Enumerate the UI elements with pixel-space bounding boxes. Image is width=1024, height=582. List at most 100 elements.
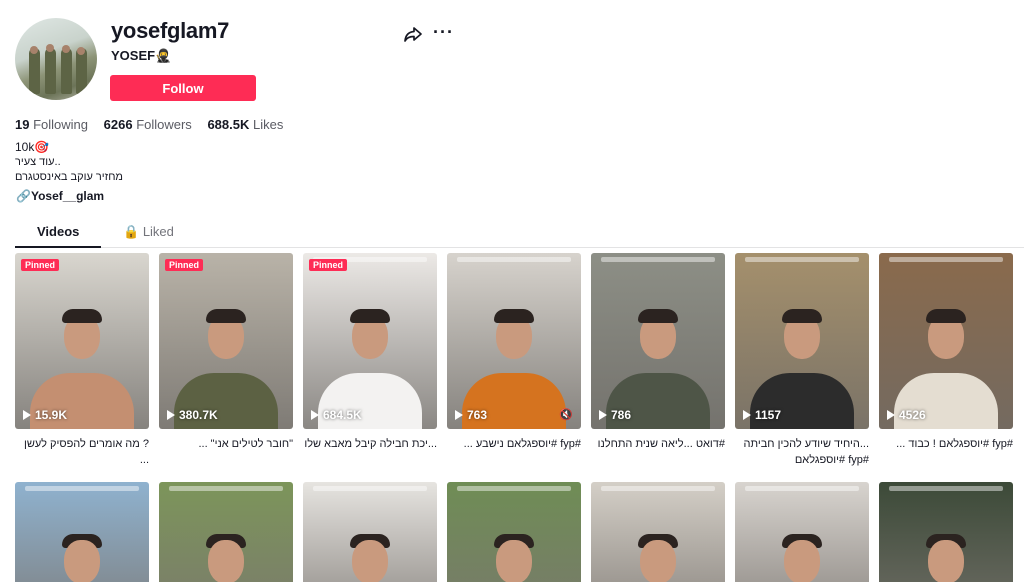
video-thumbnail[interactable] bbox=[879, 482, 1013, 582]
overlay-text bbox=[889, 486, 1003, 491]
view-count: 684.5K bbox=[311, 408, 362, 422]
person-face bbox=[784, 540, 820, 582]
share-icon[interactable] bbox=[403, 24, 423, 44]
overlay-text bbox=[169, 486, 283, 491]
view-count: 4526 bbox=[887, 408, 926, 422]
video-caption[interactable]: ...היחיד שיודע להכין חביתה #fyp #יוספגלא… bbox=[735, 436, 869, 468]
view-count-text: 684.5K bbox=[323, 408, 362, 422]
following-label[interactable]: Following bbox=[33, 117, 88, 132]
video-card[interactable]: Pinned 380.7K "חובר לטילים אני" ... bbox=[159, 253, 293, 468]
overlay-text bbox=[457, 257, 571, 262]
video-thumbnail[interactable]: Pinned 15.9K bbox=[15, 253, 149, 429]
video-card[interactable] bbox=[303, 482, 437, 582]
overlay-text bbox=[601, 486, 715, 491]
video-thumbnail[interactable]: Pinned 684.5K bbox=[303, 253, 437, 429]
overlay-text bbox=[745, 257, 859, 262]
followers-count[interactable]: 6266 bbox=[104, 117, 133, 132]
view-count-text: 15.9K bbox=[35, 408, 68, 422]
video-card[interactable] bbox=[879, 482, 1013, 582]
bio-line: עוד צעיר.. bbox=[15, 156, 61, 168]
view-count-text: 380.7K bbox=[179, 408, 218, 422]
overlay-text bbox=[601, 257, 715, 262]
person-hair bbox=[350, 309, 390, 323]
overlay-text bbox=[457, 486, 571, 491]
view-count: 763 bbox=[455, 408, 487, 422]
tab-liked[interactable]: 🔒 Liked bbox=[123, 224, 174, 240]
play-icon bbox=[23, 410, 31, 420]
avatar[interactable] bbox=[15, 18, 97, 100]
view-count: 786 bbox=[599, 408, 631, 422]
person-face bbox=[496, 540, 532, 582]
video-caption[interactable]: ...יכת חבילה קיבל מאבא שלו bbox=[303, 436, 437, 468]
view-count-text: 1157 bbox=[755, 408, 782, 422]
profile-tabs: Videos 🔒 Liked bbox=[15, 220, 1024, 248]
profile-header: yosefglam7 YOSEF🥷 Follow ··· bbox=[15, 18, 1015, 108]
person-face bbox=[208, 540, 244, 582]
video-card[interactable]: Pinned 684.5K ...יכת חבילה קיבל מאבא שלו bbox=[303, 253, 437, 468]
view-count-text: 786 bbox=[611, 408, 632, 422]
play-icon bbox=[887, 410, 895, 420]
video-thumbnail[interactable] bbox=[15, 482, 149, 582]
view-count: 15.9K bbox=[23, 408, 67, 422]
video-card[interactable]: 786 #דואט ...ליאה שנית התחלנו bbox=[591, 253, 725, 468]
video-thumbnail[interactable] bbox=[447, 482, 581, 582]
person-face bbox=[640, 540, 676, 582]
likes-count: 688.5K bbox=[207, 117, 250, 132]
profile-stats: 19 Following 6266 Followers 688.5K Likes bbox=[15, 117, 295, 132]
video-caption[interactable]: "חובר לטילים אני" ... bbox=[159, 436, 293, 468]
person-hair bbox=[494, 309, 534, 323]
video-caption[interactable]: ? מה אומרים להפסיק לעשן ... bbox=[15, 436, 149, 468]
video-caption[interactable]: #דואט ...ליאה שנית התחלנו bbox=[591, 436, 725, 468]
tab-videos[interactable]: Videos bbox=[37, 224, 79, 239]
person-hair bbox=[206, 309, 246, 323]
followers-label[interactable]: Followers bbox=[136, 117, 192, 132]
play-icon bbox=[743, 410, 751, 420]
bio-line: 10k🎯 bbox=[15, 140, 50, 154]
bio-line: מחזיר עוקב באינסטגרם bbox=[15, 171, 123, 183]
view-count-text: 4526 bbox=[899, 408, 926, 422]
video-thumbnail[interactable]: Pinned 380.7K bbox=[159, 253, 293, 429]
follow-button[interactable]: Follow bbox=[110, 75, 256, 101]
video-card[interactable]: 763 🔇 #fyp #יוספגלאם נישבע ... bbox=[447, 253, 581, 468]
overlay-text bbox=[889, 257, 1003, 262]
pinned-badge: Pinned bbox=[165, 259, 204, 271]
video-thumbnail[interactable] bbox=[303, 482, 437, 582]
following-count[interactable]: 19 bbox=[15, 117, 29, 132]
video-card[interactable]: 4526 #fyp #יוספגלאם ! כבוד ... bbox=[879, 253, 1013, 468]
muted-icon[interactable]: 🔇 bbox=[559, 408, 573, 421]
view-count: 1157 bbox=[743, 408, 781, 422]
username: yosefglam7 bbox=[111, 18, 230, 43]
video-thumbnail[interactable]: 4526 bbox=[879, 253, 1013, 429]
video-thumbnail[interactable] bbox=[591, 482, 725, 582]
view-count-text: 763 bbox=[467, 408, 488, 422]
lock-icon: 🔒 bbox=[123, 224, 140, 239]
overlay-text bbox=[25, 486, 139, 491]
video-caption[interactable]: #fyp #יוספגלאם נישבע ... bbox=[447, 436, 581, 468]
person-face bbox=[352, 540, 388, 582]
nickname: YOSEF🥷 bbox=[111, 48, 172, 63]
video-caption[interactable]: #fyp #יוספגלאם ! כבוד ... bbox=[879, 436, 1013, 468]
video-card[interactable] bbox=[591, 482, 725, 582]
video-thumbnail[interactable]: 786 bbox=[591, 253, 725, 429]
person-hair bbox=[782, 309, 822, 323]
video-card[interactable] bbox=[447, 482, 581, 582]
more-options-icon[interactable]: ··· bbox=[433, 22, 454, 43]
video-card[interactable]: Pinned 15.9K ? מה אומרים להפסיק לעשן ... bbox=[15, 253, 149, 468]
overlay-text bbox=[745, 486, 859, 491]
profile-link[interactable]: 🔗Yosef__glam bbox=[16, 189, 104, 203]
video-card[interactable] bbox=[735, 482, 869, 582]
video-card[interactable] bbox=[159, 482, 293, 582]
play-icon bbox=[311, 410, 319, 420]
video-thumbnail[interactable] bbox=[159, 482, 293, 582]
video-thumbnail[interactable]: 1157 bbox=[735, 253, 869, 429]
likes-label: Likes bbox=[252, 117, 284, 132]
video-thumbnail[interactable]: 763 🔇 bbox=[447, 253, 581, 429]
play-icon bbox=[599, 410, 607, 420]
video-thumbnail[interactable] bbox=[735, 482, 869, 582]
video-card[interactable]: 1157 ...היחיד שיודע להכין חביתה #fyp #יוס… bbox=[735, 253, 869, 468]
person-hair bbox=[62, 309, 102, 323]
tab-liked-label: Liked bbox=[142, 224, 174, 239]
person-hair bbox=[926, 309, 966, 323]
profile-link-text[interactable]: Yosef__glam bbox=[31, 189, 104, 203]
video-card[interactable] bbox=[15, 482, 149, 582]
